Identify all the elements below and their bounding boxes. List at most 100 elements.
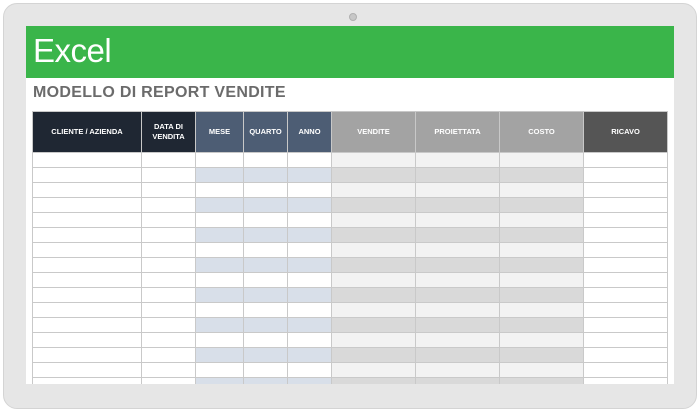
table-cell[interactable] <box>195 287 244 303</box>
table-cell[interactable] <box>141 317 196 333</box>
table-cell[interactable] <box>243 347 288 363</box>
table-cell[interactable] <box>287 197 332 213</box>
table-cell[interactable] <box>583 362 668 378</box>
table-cell[interactable] <box>331 257 416 273</box>
table-cell[interactable] <box>195 182 244 198</box>
table-cell[interactable] <box>243 287 288 303</box>
table-cell[interactable] <box>331 347 416 363</box>
table-cell[interactable] <box>331 302 416 318</box>
table-cell[interactable] <box>331 377 416 384</box>
table-cell[interactable] <box>415 362 500 378</box>
table-cell[interactable] <box>243 362 288 378</box>
column-header-anno[interactable]: ANNO <box>287 111 332 153</box>
table-cell[interactable] <box>243 272 288 288</box>
table-cell[interactable] <box>331 182 416 198</box>
table-cell[interactable] <box>195 302 244 318</box>
table-cell[interactable] <box>195 347 244 363</box>
table-cell[interactable] <box>499 377 584 384</box>
table-cell[interactable] <box>195 212 244 228</box>
table-cell[interactable] <box>583 182 668 198</box>
table-cell[interactable] <box>287 347 332 363</box>
table-cell[interactable] <box>32 242 142 258</box>
table-cell[interactable] <box>287 302 332 318</box>
table-cell[interactable] <box>331 212 416 228</box>
table-cell[interactable] <box>287 242 332 258</box>
table-cell[interactable] <box>415 317 500 333</box>
table-cell[interactable] <box>32 257 142 273</box>
table-cell[interactable] <box>243 197 288 213</box>
table-cell[interactable] <box>287 287 332 303</box>
table-cell[interactable] <box>415 347 500 363</box>
table-cell[interactable] <box>243 152 288 168</box>
table-cell[interactable] <box>583 302 668 318</box>
table-cell[interactable] <box>415 212 500 228</box>
table-cell[interactable] <box>583 332 668 348</box>
table-cell[interactable] <box>415 227 500 243</box>
table-cell[interactable] <box>287 257 332 273</box>
table-cell[interactable] <box>415 167 500 183</box>
table-cell[interactable] <box>499 167 584 183</box>
table-cell[interactable] <box>243 302 288 318</box>
table-cell[interactable] <box>141 167 196 183</box>
table-cell[interactable] <box>287 212 332 228</box>
column-header-proiettata[interactable]: PROIETTATA <box>415 111 500 153</box>
column-header-data-vendita[interactable]: DATA DI VENDITA <box>141 111 196 153</box>
table-cell[interactable] <box>415 287 500 303</box>
table-cell[interactable] <box>331 317 416 333</box>
table-cell[interactable] <box>195 362 244 378</box>
table-cell[interactable] <box>32 347 142 363</box>
table-cell[interactable] <box>243 332 288 348</box>
table-cell[interactable] <box>499 332 584 348</box>
table-cell[interactable] <box>499 347 584 363</box>
table-cell[interactable] <box>32 167 142 183</box>
table-cell[interactable] <box>583 227 668 243</box>
column-header-cliente[interactable]: CLIENTE / AZIENDA <box>32 111 142 153</box>
table-cell[interactable] <box>141 227 196 243</box>
column-header-ricavo[interactable]: RICAVO <box>583 111 668 153</box>
table-cell[interactable] <box>195 227 244 243</box>
table-cell[interactable] <box>141 212 196 228</box>
table-cell[interactable] <box>32 272 142 288</box>
table-cell[interactable] <box>141 362 196 378</box>
column-header-quarto[interactable]: QUARTO <box>243 111 288 153</box>
table-cell[interactable] <box>141 287 196 303</box>
table-cell[interactable] <box>32 317 142 333</box>
table-cell[interactable] <box>32 332 142 348</box>
table-cell[interactable] <box>499 287 584 303</box>
table-cell[interactable] <box>141 152 196 168</box>
table-cell[interactable] <box>499 242 584 258</box>
table-cell[interactable] <box>32 197 142 213</box>
table-cell[interactable] <box>583 152 668 168</box>
table-cell[interactable] <box>583 287 668 303</box>
table-cell[interactable] <box>499 182 584 198</box>
table-cell[interactable] <box>243 242 288 258</box>
table-cell[interactable] <box>583 347 668 363</box>
table-cell[interactable] <box>195 242 244 258</box>
table-cell[interactable] <box>243 227 288 243</box>
table-cell[interactable] <box>32 212 142 228</box>
table-cell[interactable] <box>331 287 416 303</box>
table-cell[interactable] <box>415 302 500 318</box>
table-cell[interactable] <box>287 227 332 243</box>
table-cell[interactable] <box>195 272 244 288</box>
table-cell[interactable] <box>499 257 584 273</box>
table-cell[interactable] <box>415 257 500 273</box>
table-cell[interactable] <box>287 362 332 378</box>
table-cell[interactable] <box>499 212 584 228</box>
table-cell[interactable] <box>499 362 584 378</box>
table-cell[interactable] <box>287 182 332 198</box>
table-cell[interactable] <box>415 197 500 213</box>
table-cell[interactable] <box>243 212 288 228</box>
table-cell[interactable] <box>499 197 584 213</box>
table-cell[interactable] <box>287 152 332 168</box>
table-cell[interactable] <box>195 197 244 213</box>
table-cell[interactable] <box>583 377 668 384</box>
table-cell[interactable] <box>287 317 332 333</box>
table-cell[interactable] <box>499 302 584 318</box>
table-cell[interactable] <box>331 167 416 183</box>
table-cell[interactable] <box>331 332 416 348</box>
table-cell[interactable] <box>32 152 142 168</box>
table-cell[interactable] <box>243 182 288 198</box>
table-cell[interactable] <box>331 197 416 213</box>
table-cell[interactable] <box>141 302 196 318</box>
